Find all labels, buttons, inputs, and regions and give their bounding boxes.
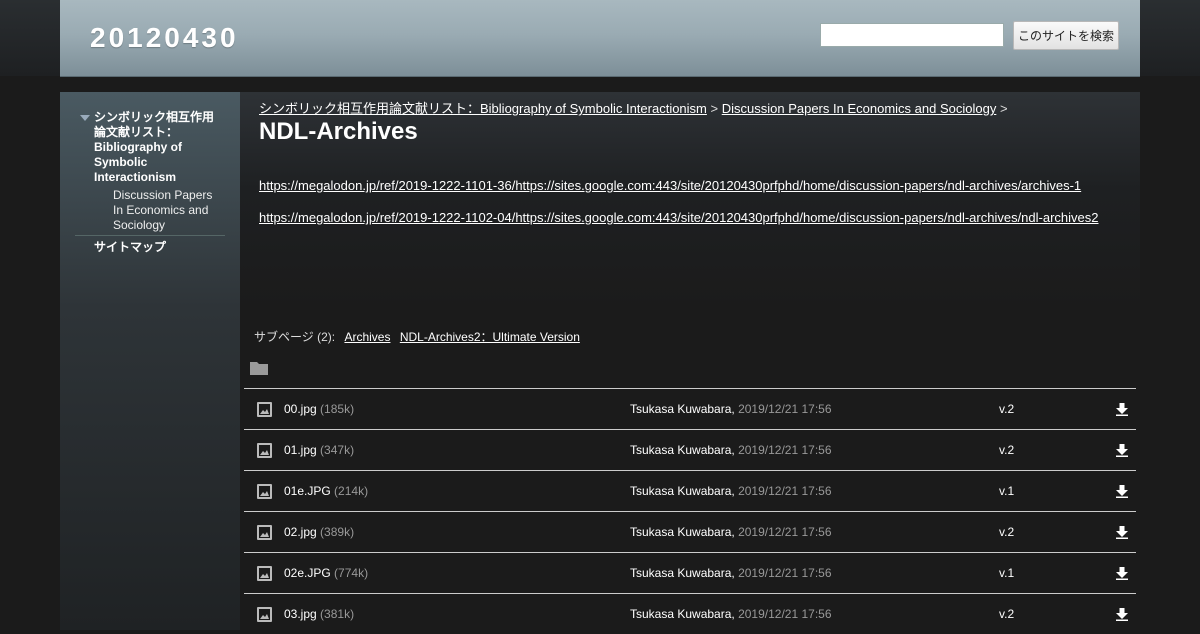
- attachment-row: 01e.JPG (214k) Tsukasa Kuwabara, 2019/12/…: [244, 470, 1136, 511]
- attachment-author-cell: Tsukasa Kuwabara, 2019/12/21 17:56: [630, 607, 832, 621]
- image-file-icon: [257, 566, 272, 581]
- site-title[interactable]: 20120430: [90, 22, 239, 54]
- subpage-link-archives[interactable]: Archives: [344, 330, 390, 344]
- attachment-row: 02e.JPG (774k) Tsukasa Kuwabara, 2019/12/…: [244, 552, 1136, 593]
- attachment-name-cell: 02.jpg (389k): [284, 525, 354, 539]
- attachment-author-cell: Tsukasa Kuwabara, 2019/12/21 17:56: [630, 525, 832, 539]
- attachment-version[interactable]: v.1: [999, 484, 1014, 498]
- subpages-list: サブページ (2): Archives NDL-Archives2：Ultima…: [254, 328, 580, 345]
- attachment-version[interactable]: v.2: [999, 607, 1014, 621]
- download-icon[interactable]: [1116, 608, 1128, 621]
- download-icon[interactable]: [1116, 403, 1128, 416]
- attachment-date: 2019/12/21 17:56: [738, 566, 832, 580]
- download-icon[interactable]: [1116, 567, 1128, 580]
- expand-triangle-icon[interactable]: [80, 115, 90, 121]
- attachment-size: (214k): [334, 484, 369, 498]
- attachment-author-cell: Tsukasa Kuwabara, 2019/12/21 17:56: [630, 484, 832, 498]
- attachment-name[interactable]: 03.jpg: [284, 607, 317, 621]
- search-input[interactable]: [820, 23, 1004, 47]
- attachment-author: Tsukasa Kuwabara,: [630, 443, 735, 457]
- attachment-version[interactable]: v.2: [999, 443, 1014, 457]
- site-header: 20120430 このサイトを検索: [60, 0, 1140, 76]
- attachment-name-cell: 03.jpg (381k): [284, 607, 354, 621]
- attachment-row: 01.jpg (347k) Tsukasa Kuwabara, 2019/12/2…: [244, 429, 1136, 470]
- attachment-date: 2019/12/21 17:56: [738, 402, 832, 416]
- attachment-date: 2019/12/21 17:56: [738, 525, 832, 539]
- attachment-name[interactable]: 00.jpg: [284, 402, 317, 416]
- subpage-link-ndl-archives2[interactable]: NDL-Archives2：Ultimate Version: [400, 330, 580, 344]
- breadcrumb-separator: >: [999, 101, 1008, 116]
- archive-link-1[interactable]: https://megalodon.jp/ref/2019-1222-1101-…: [259, 178, 1081, 193]
- attachment-row: 00.jpg (185k) Tsukasa Kuwabara, 2019/12/2…: [244, 388, 1136, 429]
- attachment-size: (185k): [320, 402, 355, 416]
- sidebar-item-bibliography[interactable]: シンボリック相互作用論文献リスト：Bibliography of Symboli…: [94, 110, 224, 185]
- attachment-name[interactable]: 01e.JPG: [284, 484, 331, 498]
- attachment-row: 02.jpg (389k) Tsukasa Kuwabara, 2019/12/2…: [244, 511, 1136, 552]
- attachment-version[interactable]: v.1: [999, 566, 1014, 580]
- attachment-author: Tsukasa Kuwabara,: [630, 525, 735, 539]
- image-file-icon: [257, 484, 272, 499]
- attachment-size: (389k): [320, 525, 355, 539]
- breadcrumb-link-bibliography[interactable]: シンボリック相互作用論文献リスト：Bibliography of Symboli…: [259, 101, 707, 116]
- image-file-icon: [257, 443, 272, 458]
- attachment-version[interactable]: v.2: [999, 525, 1014, 539]
- attachments-table: 00.jpg (185k) Tsukasa Kuwabara, 2019/12/2…: [244, 388, 1136, 634]
- attachment-name-cell: 02e.JPG (774k): [284, 566, 368, 580]
- sidebar-divider: [75, 235, 225, 236]
- attachment-author-cell: Tsukasa Kuwabara, 2019/12/21 17:56: [630, 402, 832, 416]
- attachment-author: Tsukasa Kuwabara,: [630, 402, 735, 416]
- attachment-author: Tsukasa Kuwabara,: [630, 566, 735, 580]
- attachment-size: (347k): [320, 443, 355, 457]
- attachment-author: Tsukasa Kuwabara,: [630, 484, 735, 498]
- attachment-size: (381k): [320, 607, 355, 621]
- subpages-label: サブページ (2):: [254, 330, 336, 344]
- breadcrumb: シンボリック相互作用論文献リスト：Bibliography of Symboli…: [259, 98, 1008, 117]
- attachment-name[interactable]: 01.jpg: [284, 443, 317, 457]
- attachment-name[interactable]: 02e.JPG: [284, 566, 331, 580]
- attachment-date: 2019/12/21 17:56: [738, 443, 832, 457]
- attachment-author-cell: Tsukasa Kuwabara, 2019/12/21 17:56: [630, 566, 832, 580]
- attachment-name[interactable]: 02.jpg: [284, 525, 317, 539]
- search-button[interactable]: このサイトを検索: [1013, 21, 1119, 50]
- attachment-version[interactable]: v.2: [999, 402, 1014, 416]
- breadcrumb-link-discussion-papers[interactable]: Discussion Papers In Economics and Socio…: [722, 101, 997, 116]
- folder-icon[interactable]: [250, 361, 268, 375]
- download-icon[interactable]: [1116, 526, 1128, 539]
- image-file-icon: [257, 402, 272, 417]
- attachment-row: 03.jpg (381k) Tsukasa Kuwabara, 2019/12/2…: [244, 593, 1136, 634]
- attachment-author: Tsukasa Kuwabara,: [630, 607, 735, 621]
- attachment-name-cell: 01.jpg (347k): [284, 443, 354, 457]
- image-file-icon: [257, 607, 272, 622]
- download-icon[interactable]: [1116, 444, 1128, 457]
- download-icon[interactable]: [1116, 485, 1128, 498]
- attachment-size: (774k): [334, 566, 369, 580]
- attachment-date: 2019/12/21 17:56: [738, 607, 832, 621]
- page-title: NDL-Archives: [259, 118, 418, 145]
- archive-link-2[interactable]: https://megalodon.jp/ref/2019-1222-1102-…: [259, 210, 1099, 225]
- attachment-name-cell: 01e.JPG (214k): [284, 484, 368, 498]
- breadcrumb-separator: >: [710, 101, 719, 116]
- main-content: シンボリック相互作用論文献リスト：Bibliography of Symboli…: [240, 92, 1140, 630]
- image-file-icon: [257, 525, 272, 540]
- sidebar-navigation: シンボリック相互作用論文献リスト：Bibliography of Symboli…: [60, 92, 240, 630]
- attachment-date: 2019/12/21 17:56: [738, 484, 832, 498]
- attachment-name-cell: 00.jpg (185k): [284, 402, 354, 416]
- sidebar-item-sitemap[interactable]: サイトマップ: [94, 238, 166, 255]
- attachment-author-cell: Tsukasa Kuwabara, 2019/12/21 17:56: [630, 443, 832, 457]
- sidebar-item-discussion-papers[interactable]: Discussion Papers In Economics and Socio…: [113, 188, 223, 233]
